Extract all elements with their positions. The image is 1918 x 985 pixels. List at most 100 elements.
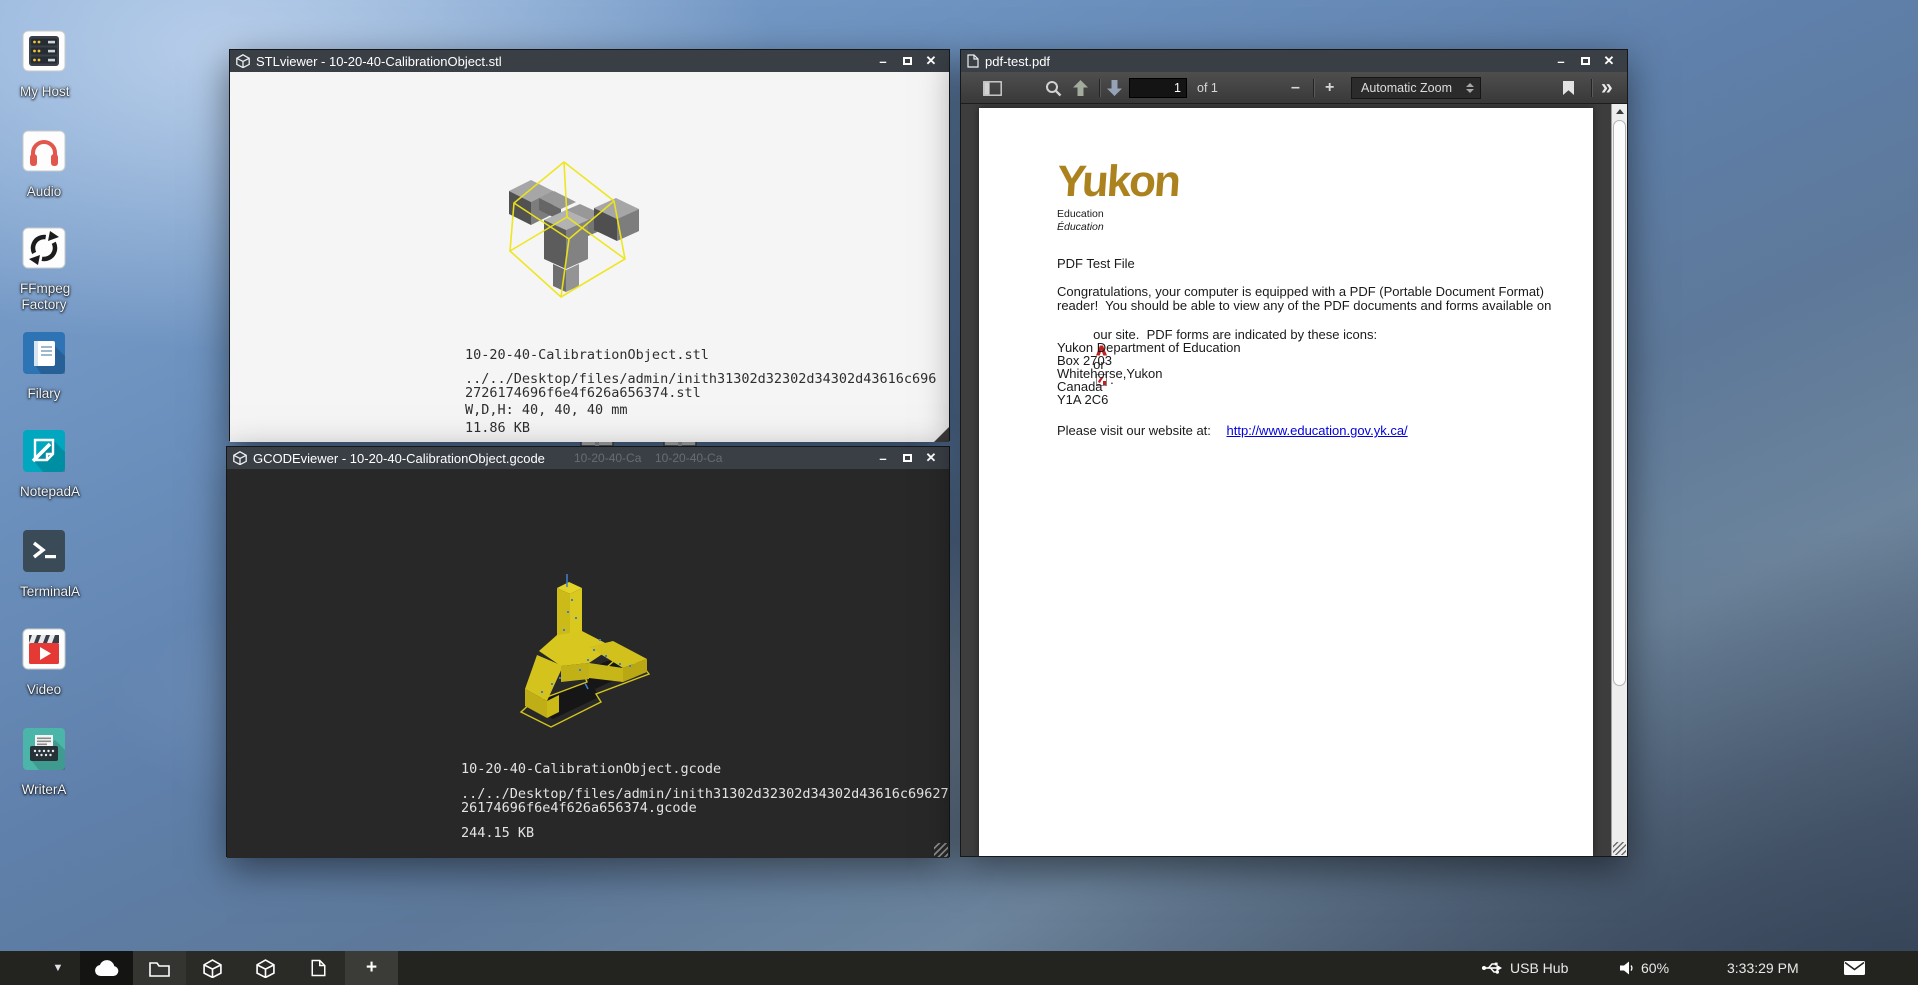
page-number-input[interactable] bbox=[1129, 78, 1187, 98]
bookmark-button[interactable] bbox=[1563, 72, 1574, 104]
volume-label: 60% bbox=[1641, 960, 1669, 976]
close-button[interactable]: ✕ bbox=[1597, 51, 1621, 71]
spinner-arrows-icon bbox=[1466, 83, 1474, 93]
page-count-label: of 1 bbox=[1197, 72, 1218, 104]
bookmark-icon bbox=[1563, 81, 1574, 95]
pdf-page: Yukon Education Éducation PDF Test File … bbox=[979, 108, 1593, 856]
maximize-button[interactable] bbox=[895, 51, 919, 71]
cube-icon bbox=[236, 54, 250, 68]
minimize-button[interactable]: – bbox=[1549, 51, 1573, 71]
stlviewer-titlebar[interactable]: STLviewer - 10-20-40-CalibrationObject.s… bbox=[230, 50, 949, 72]
pdf-heading: PDF Test File bbox=[1057, 256, 1135, 271]
website-link[interactable]: http://www.education.gov.yk.ca/ bbox=[1227, 423, 1408, 438]
speaker-icon bbox=[1619, 960, 1634, 976]
desktop-shortcut-ffmpeg-factory[interactable]: FFmpeg Factory bbox=[20, 225, 68, 312]
more-tools-button[interactable]: » bbox=[1601, 72, 1611, 104]
headphones-icon bbox=[21, 128, 67, 174]
minimize-button[interactable]: – bbox=[871, 448, 895, 468]
desktop-shortcut-audio[interactable]: Audio bbox=[20, 128, 68, 199]
shortcut-label: NotepadA bbox=[20, 484, 68, 499]
notepad-pencil-icon bbox=[21, 428, 67, 474]
desktop-shortcut-my-host[interactable]: My Host bbox=[20, 28, 68, 99]
tray-messages[interactable] bbox=[1843, 951, 1866, 985]
resize-grip[interactable] bbox=[1613, 842, 1626, 855]
stl-dimensions: W,D,H: 40, 40, 40 mm bbox=[465, 402, 628, 418]
maximize-button[interactable] bbox=[895, 448, 919, 468]
usb-label: USB Hub bbox=[1510, 960, 1568, 976]
zoom-out-button[interactable]: – bbox=[1291, 72, 1300, 104]
book-icon bbox=[21, 330, 67, 376]
taskbar-button-pdfviewer[interactable] bbox=[292, 951, 345, 985]
pdf-titlebar[interactable]: pdf-test.pdf – ✕ bbox=[961, 50, 1627, 72]
paragraph-line2: reader! You should be able to view any o… bbox=[1057, 298, 1551, 313]
sidebar-toggle-button[interactable] bbox=[983, 72, 1002, 104]
next-page-button[interactable] bbox=[1107, 72, 1122, 104]
ghost-file-label: 10-20-40-Ca bbox=[655, 451, 722, 465]
sidebar-toggle-icon bbox=[983, 81, 1002, 96]
yukon-logo: Yukon bbox=[1055, 160, 1180, 204]
desktop-wallpaper: My Host Audio FFmpeg Factory bbox=[0, 0, 1918, 985]
paragraph-line1: Congratulations, your computer is equipp… bbox=[1057, 284, 1544, 299]
desktop-shortcut-notepada[interactable]: NotepadA bbox=[20, 428, 68, 499]
stl-filesize: 11.86 KB bbox=[465, 420, 530, 436]
taskbar-button-files[interactable] bbox=[133, 951, 186, 985]
scrollbar-thumb[interactable] bbox=[1613, 120, 1626, 686]
taskbar: ▼ + bbox=[0, 951, 1918, 985]
gcodeviewer-window: GCODEviewer - 10-20-40-CalibrationObject… bbox=[226, 446, 950, 857]
shortcut-label: WriterA bbox=[20, 782, 68, 797]
terminal-prompt-icon bbox=[21, 528, 67, 574]
resize-grip[interactable] bbox=[934, 843, 948, 857]
shortcut-label: Video bbox=[20, 682, 68, 697]
stlviewer-window: STLviewer - 10-20-40-CalibrationObject.s… bbox=[229, 49, 950, 441]
zoom-in-button[interactable]: + bbox=[1325, 72, 1334, 104]
close-button[interactable]: ✕ bbox=[919, 51, 943, 71]
server-icon bbox=[21, 28, 67, 74]
scroll-up-button[interactable] bbox=[1612, 104, 1627, 119]
stl-filename: 10-20-40-CalibrationObject.stl bbox=[465, 347, 709, 363]
website-prompt: Please visit our website at: bbox=[1057, 423, 1211, 438]
desktop-shortcut-filary[interactable]: Filary bbox=[20, 330, 68, 401]
tray-clock[interactable]: 3:33:29 PM bbox=[1727, 951, 1799, 985]
stl-path-line2: 2726174696f6e4f626a656374.stl bbox=[465, 385, 701, 401]
typewriter-icon bbox=[21, 726, 67, 772]
shortcut-label: Filary bbox=[20, 386, 68, 401]
pdf-file-icon bbox=[311, 959, 326, 977]
minimize-button[interactable]: – bbox=[871, 51, 895, 71]
maximize-button[interactable] bbox=[1573, 51, 1597, 71]
close-button[interactable]: ✕ bbox=[919, 448, 943, 468]
zoom-select-value: Automatic Zoom bbox=[1361, 81, 1452, 95]
taskbar-button-stlviewer[interactable] bbox=[186, 951, 239, 985]
shortcut-label-line2: Factory bbox=[20, 297, 68, 312]
window-title: STLviewer - 10-20-40-CalibrationObject.s… bbox=[256, 54, 502, 69]
cube-icon bbox=[203, 959, 222, 978]
stl-model-render bbox=[481, 141, 661, 311]
search-button[interactable] bbox=[1045, 72, 1062, 104]
tray-usb[interactable]: USB Hub bbox=[1481, 951, 1568, 985]
gcodeviewer-titlebar[interactable]: GCODEviewer - 10-20-40-CalibrationObject… bbox=[227, 447, 949, 469]
gcode-toolpath-render bbox=[501, 571, 701, 741]
clapperboard-icon bbox=[21, 626, 67, 672]
shortcut-label: Audio bbox=[20, 184, 68, 199]
cloud-icon bbox=[94, 960, 120, 977]
toolbar-separator bbox=[1313, 79, 1314, 97]
vertical-scrollbar[interactable] bbox=[1611, 104, 1627, 856]
taskbar-button-cloud[interactable] bbox=[80, 951, 133, 985]
desktop-shortcut-writera[interactable]: WriterA bbox=[20, 726, 68, 797]
tray-volume[interactable]: 60% bbox=[1619, 951, 1669, 985]
taskbar-expand-button[interactable]: ▼ bbox=[44, 951, 72, 985]
gcode-filename: 10-20-40-CalibrationObject.gcode bbox=[461, 761, 721, 777]
logo-education-fr: Éducation bbox=[1057, 221, 1104, 233]
usb-icon bbox=[1481, 958, 1503, 978]
previous-page-button[interactable] bbox=[1073, 72, 1088, 104]
stl-3d-viewport[interactable]: 10-20-40-CalibrationObject.stl ../../Des… bbox=[230, 72, 949, 442]
zoom-select[interactable]: Automatic Zoom bbox=[1351, 77, 1481, 99]
window-title: pdf-test.pdf bbox=[985, 54, 1050, 69]
desktop-shortcut-video[interactable]: Video bbox=[20, 626, 68, 697]
gcode-path-line2: 26174696f6e4f626a656374.gcode bbox=[461, 800, 697, 816]
gcode-3d-viewport[interactable]: 10-20-40-CalibrationObject.gcode ../../D… bbox=[227, 469, 949, 858]
resize-grip[interactable] bbox=[934, 427, 949, 442]
taskbar-button-gcodeviewer[interactable] bbox=[239, 951, 292, 985]
desktop-shortcut-terminala[interactable]: TerminalA bbox=[20, 528, 68, 599]
address-line: Y1A 2C6 bbox=[1057, 393, 1108, 407]
taskbar-new-button[interactable]: + bbox=[345, 951, 398, 985]
